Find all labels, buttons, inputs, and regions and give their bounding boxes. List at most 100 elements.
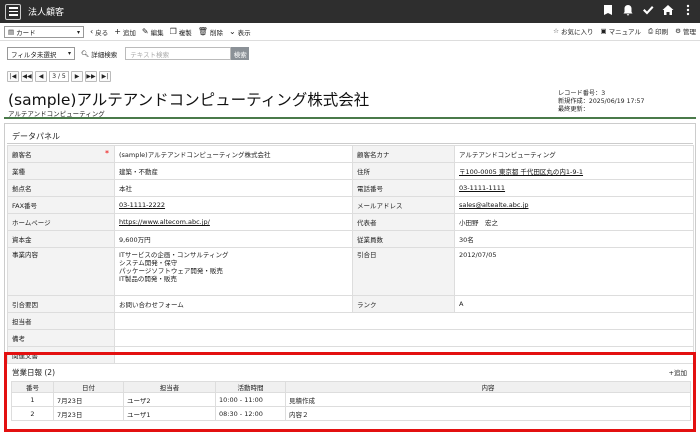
daily-report-section: 営業日報 (2) +追加 番号 日付 担当者 活動時間 内容 1 7月23日 ユ… [4,352,696,432]
updated-at: 最終更新： [558,106,589,113]
phone-link[interactable]: 03-1111-1111 [454,179,694,197]
table-row: 顧客名 * (sample)アルテアンドコンピューティング株式会社 顧客名カナ ア… [7,145,694,163]
card-icon: ▤ [8,27,15,36]
book-icon: ▣ [600,27,607,35]
email-link[interactable]: sales@altealte.abc.jp [454,196,694,214]
back-button[interactable]: ‹ 戻る [90,27,108,37]
first-page-icon[interactable]: |◀ [7,71,19,82]
table-row: 事業内容 ITサービスの企画・コンサルティング システム開発・保守 パッケージソ… [7,247,694,296]
gear-icon: ⚙ [675,27,681,35]
field-label: 資本金 [7,230,115,248]
pencil-icon: ✎ [141,27,149,36]
search-input[interactable]: テキスト検索 [125,47,232,60]
field-label: メールアドレス [352,196,455,214]
field-value[interactable]: A [454,295,694,313]
view-select[interactable]: ▤ カード ▾ [4,25,84,38]
title-bar: 法人顧客 [0,0,700,23]
table-row: 資本金 9,600万円 従業員数 30名 [7,230,694,248]
column-header: 番号 [11,381,54,393]
edit-label: 編集 [150,28,164,37]
field-label: 従業員数 [352,230,455,248]
field-value[interactable]: 本社 [114,179,353,197]
home-icon[interactable] [662,4,674,16]
display-label: 表示 [237,28,251,37]
search-bar: フィルタ未選択 ▾ 🔍︎ 詳細検索 テキスト検索 検索 [0,41,700,66]
fast-forward-icon[interactable]: ▶▶ [85,71,97,82]
back-label: 戻る [95,28,109,37]
filter-select-value: フィルタ未選択 [11,50,57,59]
field-value[interactable]: 2012/07/05 [454,247,694,296]
field-label: 住所 [352,162,455,180]
fax-link[interactable]: 03-1111-2222 [114,196,353,214]
delete-button[interactable]: 🗑 削除 [198,27,223,37]
add-label: 追加 [122,28,136,37]
prev-page-icon[interactable]: ◀ [35,71,47,82]
field-value[interactable]: 9,600万円 [114,230,353,248]
pager: |◀ ◀◀ ◀ 3 / 5 ▶ ▶▶ ▶| [7,71,111,82]
created-at: 新規作成：2025/06/19 17:57 [558,98,645,105]
table-cell: 見積作成 [285,392,691,407]
address-link[interactable]: 〒100-0005 東京都 千代田区丸の内1-9-1 [454,162,694,180]
add-button[interactable]: + 追加 [114,27,136,37]
edit-button[interactable]: ✎ 編集 [142,27,164,37]
admin-button[interactable]: ⚙ 管理 [675,26,696,36]
table-cell: 内容２ [285,406,691,421]
homepage-link[interactable]: https://www.altecom.abc.jp/ [114,213,353,231]
column-header: 内容 [285,381,691,393]
filter-select[interactable]: フィルタ未選択 ▾ [7,47,75,60]
field-value[interactable]: (sample)アルテアンドコンピューティング株式会社 [114,145,353,163]
record-title: (sample)アルテアンドコンピューティング株式会社 [8,91,370,109]
table-row[interactable]: 1 7月23日 ユーザ2 10:00 - 11:00 見積作成 [11,392,691,407]
search-button[interactable]: 検索 [231,47,250,60]
chevron-down-icon: ▾ [67,50,71,57]
table-cell: 7月23日 [53,406,124,421]
table-header-row: 番号 日付 担当者 活動時間 内容 [11,381,691,393]
manual-label: マニュアル [608,28,641,36]
page-count: 3 / 5 [49,71,69,82]
admin-label: 管理 [683,28,696,36]
business-line: IT製品の開発・販売 [119,275,177,283]
copy-button[interactable]: ❐ 複製 [170,27,192,37]
table-row: 備考 [7,329,694,347]
table-cell: 10:00 - 11:00 [215,392,286,407]
field-label: 代表者 [352,213,455,231]
table-cell: ユーザ2 [123,392,216,407]
table-cell: 08:30 - 12:00 [215,406,286,421]
field-value[interactable]: 小田野 宏之 [454,213,694,231]
field-value[interactable]: アルテアンドコンピューティング [454,145,694,163]
hamburger-menu-icon[interactable] [5,3,21,20]
table-row[interactable]: 2 7月23日 ユーザ1 08:30 - 12:00 内容２ [11,406,691,421]
manual-button[interactable]: ▣ マニュアル [601,26,641,36]
table-row: 引合要因 お問い合わせフォーム ランク A [7,295,694,313]
daily-report-table: 番号 日付 担当者 活動時間 内容 1 7月23日 ユーザ2 10:00 - 1… [11,381,691,421]
field-label: 引合日 [352,247,455,296]
field-value[interactable]: 建築・不動産 [114,162,353,180]
field-label: 備考 [7,329,115,347]
trash-icon: 🗑 [197,27,208,36]
user-icon[interactable] [602,4,614,16]
field-value[interactable]: お問い合わせフォーム [114,295,353,313]
add-report-label: 追加 [674,369,687,377]
advanced-search-button[interactable]: 🔍︎ 詳細検索 [81,49,117,59]
more-vertical-icon[interactable] [682,4,694,16]
field-value[interactable]: ITサービスの企画・コンサルティング システム開発・保守 パッケージソフトウェア… [114,247,353,296]
business-line: パッケージソフトウェア開発・販売 [119,267,223,275]
record-number: レコード番号：3 [558,90,606,97]
check-icon[interactable] [642,4,654,16]
field-value[interactable] [114,312,694,330]
column-header: 日付 [53,381,124,393]
display-button[interactable]: ⌄ 表示 [229,27,251,37]
advanced-search-label: 詳細検索 [91,50,118,59]
last-page-icon[interactable]: ▶| [99,71,111,82]
favorites-button[interactable]: ☆ お気に入り [553,26,593,36]
field-value[interactable] [114,329,694,347]
table-row: 担当者 [7,312,694,330]
rewind-icon[interactable]: ◀◀ [21,71,33,82]
next-page-icon[interactable]: ▶ [71,71,83,82]
field-label: 拠点名 [7,179,115,197]
bell-icon[interactable] [622,4,634,16]
add-report-button[interactable]: +追加 [669,367,687,377]
print-button[interactable]: ⎙ 印刷 [648,26,668,37]
star-icon: ☆ [553,27,559,35]
field-value[interactable]: 30名 [454,230,694,248]
